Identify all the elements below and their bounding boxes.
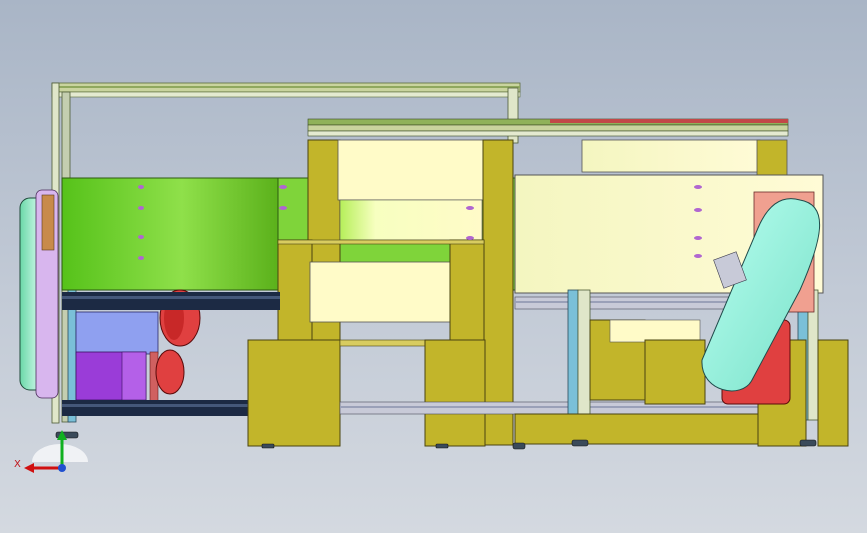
left-pulley-disc: [19, 189, 59, 399]
olive-box-lower-center: [424, 339, 486, 447]
olive-box-lower-left: [247, 339, 341, 447]
green-side-plate: [61, 177, 281, 291]
upper-right-panel: [581, 139, 761, 173]
z-axis-dot-icon: [58, 464, 66, 472]
assembly-model[interactable]: X: [0, 0, 867, 533]
cad-viewport[interactable]: X: [0, 0, 867, 533]
triad-disc-icon: [32, 444, 88, 462]
left-drive-unit: [75, 311, 159, 403]
upper-rail-profile: [307, 118, 789, 137]
right-olive-block: [756, 139, 788, 176]
cream-box-top: [337, 139, 485, 201]
top-frame-profile: [51, 82, 521, 98]
olive-column-center: [482, 139, 514, 446]
cream-gradient-panel: [339, 199, 483, 241]
cream-box-middle: [309, 261, 451, 323]
x-axis-label: X: [14, 459, 21, 470]
